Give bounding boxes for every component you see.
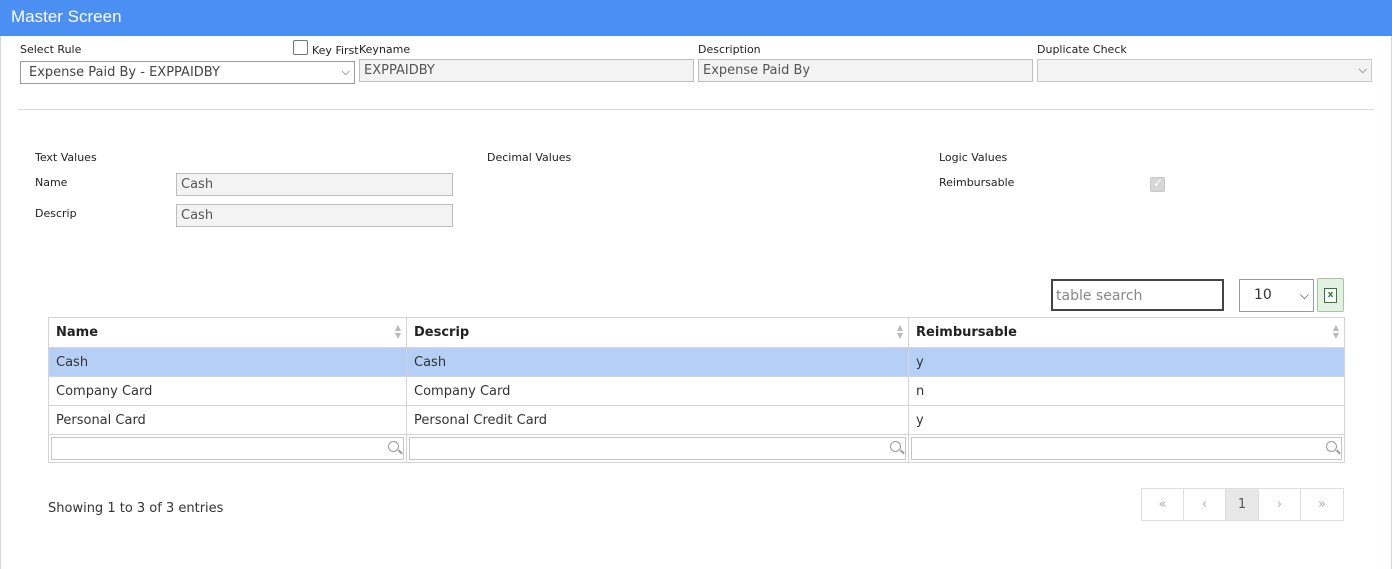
pagination: « ‹ 1 › » — [1141, 488, 1344, 521]
sort-icon: ▲ ▼ — [896, 323, 903, 340]
filter-cell-name — [48, 434, 407, 463]
filter-row — [48, 434, 1345, 463]
decimal-values-heading: Decimal Values — [487, 151, 572, 164]
description-label: Description — [698, 43, 761, 56]
key-first-checkbox[interactable] — [293, 40, 308, 55]
reimbursable-checkbox[interactable] — [1150, 176, 1165, 192]
column-header-reimbursable[interactable]: Reimbursable ▲ ▼ — [908, 317, 1345, 348]
text-values-heading: Text Values — [35, 151, 97, 164]
key-first-label: Key First — [312, 44, 359, 57]
cell-name: Company Card — [48, 376, 407, 406]
search-icon — [890, 441, 901, 452]
filter-input-name[interactable] — [51, 437, 404, 460]
table-row[interactable]: Company Card Company Card n — [48, 376, 1345, 406]
next-page-button[interactable]: › — [1259, 489, 1301, 520]
chevron-down-icon: ⌵ — [1358, 63, 1367, 76]
prev-page-button[interactable]: ‹ — [1184, 489, 1226, 520]
search-icon — [1326, 441, 1337, 452]
sort-icon: ▲ ▼ — [394, 323, 401, 340]
filter-input-descrip[interactable] — [409, 437, 906, 460]
export-excel-button[interactable]: x — [1317, 278, 1344, 312]
cell-descrip: Personal Credit Card — [406, 405, 909, 435]
descrip-label: Descrip — [35, 207, 77, 220]
window-title: Master Screen — [11, 7, 122, 26]
duplicate-check-label: Duplicate Check — [1037, 43, 1127, 56]
keyname-field[interactable]: EXPPAIDBY — [359, 59, 694, 82]
excel-icon: x — [1324, 288, 1337, 303]
table-info: Showing 1 to 3 of 3 entries — [48, 501, 224, 516]
logic-values-heading: Logic Values — [939, 151, 1008, 164]
page-button-current[interactable]: 1 — [1226, 489, 1259, 520]
chevron-down-icon: ⌵ — [341, 65, 350, 78]
cell-name: Cash — [48, 347, 407, 377]
filter-cell-reimbursable — [908, 434, 1345, 463]
table-header-row: Name ▲ ▼ Descrip ▲ ▼ Reimbursable ▲ ▼ — [48, 317, 1345, 348]
data-table: Name ▲ ▼ Descrip ▲ ▼ Reimbursable ▲ ▼ Cash … — [48, 317, 1345, 463]
select-rule-label: Select Rule — [20, 43, 82, 56]
cell-reimbursable: n — [908, 376, 1345, 406]
cell-reimbursable: y — [908, 347, 1345, 377]
section-divider — [18, 109, 1374, 110]
cell-descrip: Cash — [406, 347, 909, 377]
column-header-name[interactable]: Name ▲ ▼ — [48, 317, 407, 348]
sort-icon: ▲ ▼ — [1332, 323, 1339, 340]
reimbursable-label: Reimbursable — [939, 176, 1015, 189]
search-icon — [388, 441, 399, 452]
description-field[interactable]: Expense Paid By — [698, 59, 1033, 82]
cell-reimbursable: y — [908, 405, 1345, 435]
name-field[interactable]: Cash — [176, 173, 453, 196]
select-rule-value: Expense Paid By - EXPPAIDBY — [29, 65, 220, 80]
table-search-input[interactable]: table search — [1051, 279, 1224, 311]
cell-name: Personal Card — [48, 405, 407, 435]
chevron-down-icon: ⌵ — [1299, 288, 1309, 302]
duplicate-check-dropdown[interactable]: ⌵ — [1037, 59, 1372, 82]
table-row[interactable]: Personal Card Personal Credit Card y — [48, 405, 1345, 435]
filter-input-reimbursable[interactable] — [911, 437, 1342, 460]
title-bar: Master Screen — [0, 0, 1392, 36]
first-page-button[interactable]: « — [1142, 489, 1184, 520]
cell-descrip: Company Card — [406, 376, 909, 406]
column-header-descrip[interactable]: Descrip ▲ ▼ — [406, 317, 909, 348]
last-page-button[interactable]: » — [1301, 489, 1343, 520]
keyname-label: Keyname — [359, 43, 411, 56]
name-label: Name — [35, 176, 68, 189]
page-size-select[interactable]: 10 ⌵ — [1239, 279, 1314, 312]
filter-cell-descrip — [406, 434, 909, 463]
select-rule-dropdown[interactable]: Expense Paid By - EXPPAIDBY ⌵ — [20, 61, 355, 84]
page-size-value: 10 — [1254, 287, 1272, 303]
descrip-field[interactable]: Cash — [176, 204, 453, 227]
table-row[interactable]: Cash Cash y — [48, 347, 1345, 377]
